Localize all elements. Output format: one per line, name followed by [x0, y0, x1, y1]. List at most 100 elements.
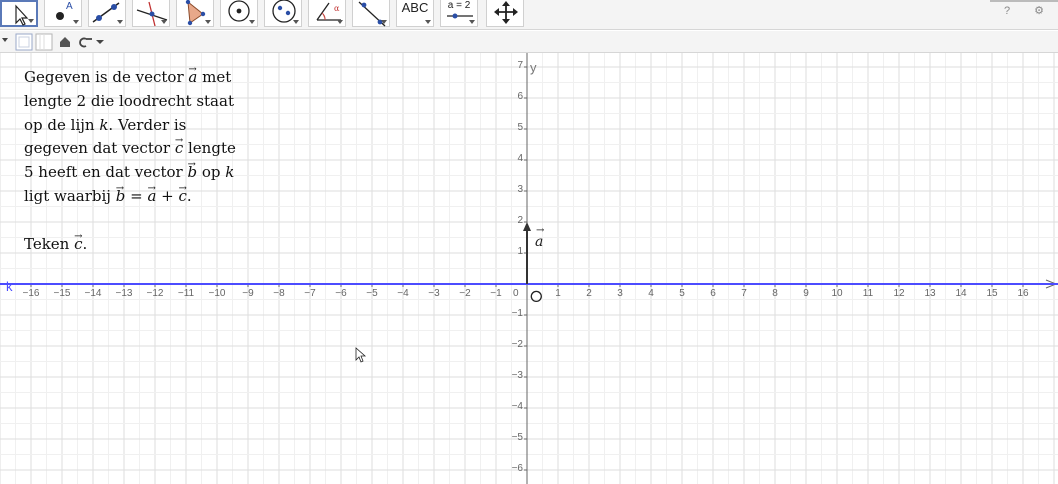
style-menu-toggle-icon — [2, 38, 8, 42]
text: op — [197, 163, 226, 182]
angle-tool[interactable]: α — [308, 0, 346, 27]
x-tick-label: 5 — [679, 288, 685, 299]
text: Gegeven is de vector — [24, 68, 189, 86]
x-tick-label: 8 — [772, 288, 778, 299]
y-tick-label: 4 — [517, 153, 523, 164]
mouse-cursor-icon — [355, 347, 367, 363]
window-edge — [990, 0, 1058, 2]
problem-line-6: ligt waarbij b → = a → + c →. — [24, 183, 264, 209]
text: Teken — [24, 234, 75, 253]
y-tick-label: 3 — [517, 184, 523, 195]
text: gegeven dat vector — [24, 139, 175, 158]
x-tick-label: −4 — [397, 288, 409, 299]
style-bar — [0, 31, 1058, 53]
text-tool[interactable]: ABC — [396, 0, 434, 27]
tool-menu-triangle — [28, 19, 34, 23]
period: . — [186, 186, 192, 205]
x-tick-label: 2 — [586, 288, 592, 299]
help-icon[interactable]: ? — [1000, 4, 1014, 18]
tool-menu-triangle — [293, 20, 299, 24]
undo-icon — [79, 37, 87, 48]
text: met — [197, 68, 232, 86]
x-tick-label: 9 — [803, 288, 809, 299]
x-tick-label: 10 — [831, 288, 843, 299]
text: . — [82, 234, 88, 253]
problem-task: Teken c →. — [24, 231, 264, 257]
vector-a-symbol: a → — [188, 64, 197, 86]
vector-arrow-icon: → — [187, 159, 196, 171]
tool-menu-triangle — [73, 20, 79, 24]
vector-b-symbol: b → — [187, 159, 197, 181]
x-tick-label: −16 — [22, 288, 40, 299]
x-tick-label: 12 — [893, 288, 905, 299]
line-tool[interactable] — [88, 0, 126, 27]
x-tick-label: 1 — [555, 288, 561, 299]
svg-text:A: A — [66, 1, 73, 12]
problem-line-1: Gegeven is de vector a → met — [24, 64, 264, 90]
x-tick-label: −6 — [335, 288, 347, 299]
y-tick-label: 6 — [517, 91, 523, 102]
x-tick-label: 15 — [986, 288, 998, 299]
x-tick-label: −3 — [428, 288, 440, 299]
vector-a-symbol: a → — [147, 183, 156, 205]
tool-menu-triangle — [205, 20, 211, 24]
tool-menu-triangle — [337, 20, 343, 24]
y-axis-label: y — [530, 60, 537, 75]
tool-menu-triangle — [249, 20, 255, 24]
move-tool[interactable] — [0, 0, 38, 27]
circle-tool[interactable] — [220, 0, 258, 27]
vector-arrow-icon: → — [188, 64, 197, 75]
tool-menu-triangle — [161, 20, 167, 24]
x-tick-label: −1 — [490, 288, 502, 299]
vector-arrow-icon: → — [115, 182, 125, 194]
perpendicular-line-tool[interactable] — [132, 0, 170, 27]
tool-menu-triangle — [381, 20, 387, 24]
polygon-tool[interactable] — [176, 0, 214, 27]
x-tick-label: −5 — [366, 288, 378, 299]
x-tick-label: −10 — [208, 288, 226, 299]
tool-menu-triangle — [425, 20, 431, 24]
vector-arrow-icon: → — [536, 225, 545, 236]
x-tick-label: 11 — [862, 288, 874, 299]
problem-line-2: lengte 2 die loodrecht staat — [24, 90, 264, 114]
vector-a-label-letter: a — [535, 234, 544, 250]
text: op de lijn — [24, 115, 100, 134]
x-tick-label: 7 — [741, 288, 747, 299]
y-tick-label: −2 — [511, 339, 523, 350]
x-tick-label: 6 — [710, 288, 716, 299]
y-tick-label: 1 — [517, 246, 523, 257]
move-graphics-view-tool[interactable] — [486, 0, 524, 27]
y-tick-label: −6 — [511, 463, 523, 474]
origin-label: 0 — [513, 288, 519, 299]
text: 5 heeft en dat vector — [24, 163, 188, 182]
y-tick-label: 7 — [517, 60, 523, 71]
x-tick-label: 4 — [648, 288, 654, 299]
y-tick-label: −3 — [511, 370, 523, 381]
plus-sign: + — [156, 186, 179, 205]
line-k-symbol: k — [225, 163, 235, 182]
vector-arrow-icon: → — [174, 135, 184, 147]
line-k-label: k — [6, 279, 13, 294]
y-tick-label: −4 — [511, 401, 523, 412]
text-icon: ABC — [401, 0, 429, 15]
problem-line-4: gegeven dat vector c → lengte — [24, 135, 264, 161]
x-tick-label: −2 — [459, 288, 471, 299]
vector-a-label: a → — [535, 225, 544, 250]
slider-tool[interactable]: a = 2 — [440, 0, 478, 27]
x-tick-label: 14 — [955, 288, 967, 299]
point-tool[interactable]: A — [44, 0, 82, 27]
x-tick-label: −11 — [177, 288, 195, 299]
gear-icon[interactable]: ⚙ — [1032, 4, 1046, 18]
vector-c-symbol: c → — [175, 135, 183, 157]
x-tick-label: 16 — [1017, 288, 1029, 299]
x-tick-label: −8 — [273, 288, 285, 299]
text: ligt waarbij — [24, 186, 116, 205]
text: lengte 2 die loodrecht staat — [24, 91, 234, 110]
reflect-tool[interactable] — [352, 0, 390, 27]
ellipse-tool[interactable] — [264, 0, 302, 27]
toolbar: A α ABC a = 2 ? ⚙ — [0, 0, 1058, 30]
y-tick-label: −5 — [511, 432, 523, 443]
x-tick-label: −9 — [242, 288, 254, 299]
problem-line-3: op de lijn k. Verder is — [24, 114, 264, 138]
